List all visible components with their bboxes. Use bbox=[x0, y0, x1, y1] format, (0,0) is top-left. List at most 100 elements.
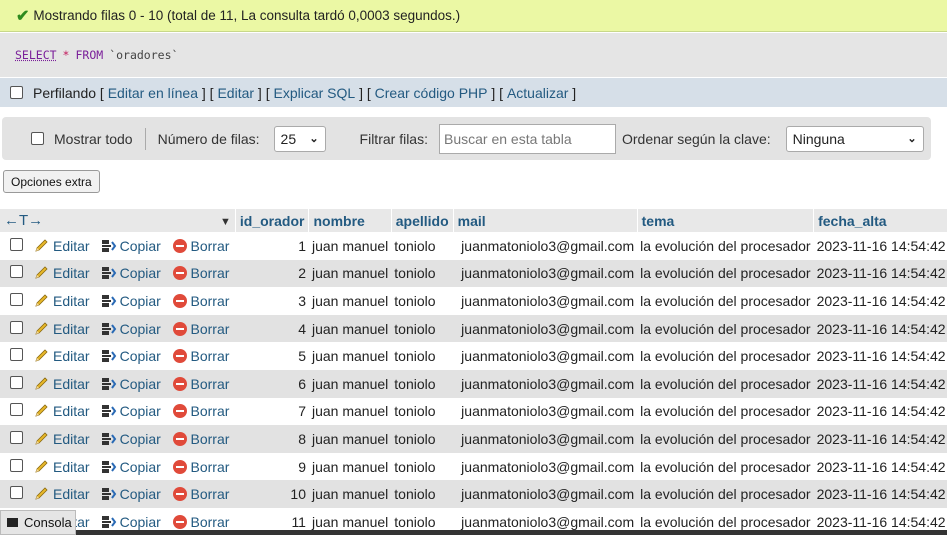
copy-label[interactable]: Copiar bbox=[120, 459, 161, 475]
sort-select[interactable]: Ninguna ⌄ bbox=[785, 125, 924, 152]
cell-nombre[interactable]: juan manuel bbox=[308, 369, 392, 398]
refresh-link[interactable]: Actualizar bbox=[507, 85, 568, 101]
cell-nombre[interactable]: juan manuel bbox=[308, 425, 392, 453]
cell-tema[interactable]: la evolución del procesador bbox=[637, 314, 814, 343]
cell-id_orador[interactable]: 3 bbox=[235, 287, 309, 315]
cell-nombre[interactable]: juan manuel bbox=[308, 397, 392, 426]
column-header-fecha_alta[interactable]: fecha_alta bbox=[813, 209, 947, 232]
filter-input[interactable] bbox=[438, 123, 616, 154]
cell-fecha_alta[interactable]: 2023-11-16 14:54:42 bbox=[813, 397, 947, 426]
copy-action[interactable]: Copiar bbox=[101, 376, 161, 392]
cell-id_orador[interactable]: 10 bbox=[235, 480, 309, 508]
delete-action[interactable]: Borrar bbox=[172, 403, 229, 419]
cell-apellido[interactable]: toniolo bbox=[391, 480, 454, 508]
copy-action[interactable]: Copiar bbox=[101, 321, 161, 337]
table-row[interactable]: Editar Copiar Borrar 7 juan manuel toniolo ju… bbox=[0, 397, 947, 426]
row-checkbox[interactable] bbox=[10, 375, 23, 389]
edit-label[interactable]: Editar bbox=[53, 348, 90, 364]
cell-mail[interactable]: juanmatoniolo3@gmail.com bbox=[453, 342, 638, 370]
table-row[interactable]: Editar Copiar Borrar 5 juan manuel toniolo ju… bbox=[0, 342, 947, 370]
cell-id_orador[interactable]: 9 bbox=[235, 452, 309, 481]
edit-label[interactable]: Editar bbox=[53, 459, 90, 475]
cell-fecha_alta[interactable]: 2023-11-16 14:54:42 bbox=[813, 480, 947, 508]
cell-mail[interactable]: juanmatoniolo3@gmail.com bbox=[453, 397, 638, 426]
edit-label[interactable]: Editar bbox=[53, 238, 90, 254]
cell-tema[interactable]: la evolución del procesador bbox=[637, 452, 814, 481]
profiling-checkbox[interactable] bbox=[10, 86, 23, 99]
edit-inline-link[interactable]: Editar en línea bbox=[108, 85, 198, 101]
cell-fecha_alta[interactable]: 2023-11-16 14:54:42 bbox=[813, 425, 947, 453]
cell-nombre[interactable]: juan manuel bbox=[308, 480, 392, 508]
copy-action[interactable]: Copiar bbox=[101, 265, 161, 281]
table-row[interactable]: Editar Copiar Borrar 8 juan manuel toniolo ju… bbox=[0, 425, 947, 453]
edit-label[interactable]: Editar bbox=[53, 431, 90, 447]
delete-action[interactable]: Borrar bbox=[172, 238, 229, 254]
row-checkbox[interactable] bbox=[10, 265, 23, 279]
explain-sql-link[interactable]: Explicar SQL bbox=[274, 85, 356, 101]
cell-fecha_alta[interactable]: 2023-11-16 14:54:42 bbox=[813, 314, 947, 343]
cell-apellido[interactable]: toniolo bbox=[391, 259, 454, 288]
create-php-link[interactable]: Crear código PHP bbox=[375, 85, 488, 101]
cell-id_orador[interactable]: 7 bbox=[235, 397, 309, 426]
cell-id_orador[interactable]: 5 bbox=[235, 342, 309, 370]
copy-action[interactable]: Copiar bbox=[101, 431, 161, 447]
cell-mail[interactable]: juanmatoniolo3@gmail.com bbox=[453, 232, 638, 260]
cell-tema[interactable]: la evolución del procesador bbox=[637, 425, 814, 453]
cell-apellido[interactable]: toniolo bbox=[391, 397, 454, 426]
copy-label[interactable]: Copiar bbox=[120, 265, 161, 281]
edit-action[interactable]: Editar bbox=[26, 369, 93, 398]
column-header-apellido[interactable]: apellido bbox=[390, 209, 454, 232]
cell-mail[interactable]: juanmatoniolo3@gmail.com bbox=[453, 259, 638, 288]
row-checkbox[interactable] bbox=[10, 486, 23, 500]
copy-action[interactable]: Copiar bbox=[101, 348, 161, 364]
delete-label[interactable]: Borrar bbox=[191, 376, 230, 392]
edit-action[interactable]: Editar bbox=[26, 452, 93, 481]
table-row[interactable]: Editar Copiar Borrar 4 juan manuel toniolo ju… bbox=[0, 314, 947, 343]
copy-label[interactable]: Copiar bbox=[120, 348, 161, 364]
extra-options-button[interactable]: Opciones extra bbox=[3, 170, 100, 193]
row-checkbox[interactable] bbox=[10, 430, 23, 444]
sql-select-keyword[interactable]: SELECT bbox=[15, 48, 57, 62]
row-checkbox[interactable] bbox=[10, 403, 23, 417]
table-row[interactable]: Editar Copiar Borrar 10 juan manuel toniolo j… bbox=[0, 480, 947, 508]
copy-label[interactable]: Copiar bbox=[120, 321, 161, 337]
delete-action[interactable]: Borrar bbox=[172, 321, 229, 337]
cell-nombre[interactable]: juan manuel bbox=[308, 342, 392, 370]
delete-action[interactable]: Borrar bbox=[172, 486, 229, 502]
row-checkbox[interactable] bbox=[10, 292, 23, 306]
column-header-mail[interactable]: mail bbox=[452, 209, 638, 232]
cell-id_orador[interactable]: 6 bbox=[235, 369, 309, 398]
edit-label[interactable]: Editar bbox=[53, 321, 90, 337]
copy-label[interactable]: Copiar bbox=[120, 403, 161, 419]
edit-action[interactable]: Editar bbox=[26, 342, 93, 370]
copy-action[interactable]: Copiar bbox=[101, 459, 161, 475]
cell-fecha_alta[interactable]: 2023-11-16 14:54:42 bbox=[813, 259, 947, 288]
edit-label[interactable]: Editar bbox=[53, 265, 90, 281]
column-header-nombre[interactable]: nombre bbox=[308, 209, 392, 232]
show-all-checkbox[interactable] bbox=[31, 132, 44, 145]
cell-nombre[interactable]: juan manuel bbox=[308, 287, 392, 315]
edit-label[interactable]: Editar bbox=[53, 486, 90, 502]
rows-select[interactable]: 25 ⌄ bbox=[273, 125, 326, 152]
cell-tema[interactable]: la evolución del procesador bbox=[637, 287, 814, 315]
show-all-toggle[interactable]: Mostrar todo bbox=[31, 131, 133, 147]
delete-label[interactable]: Borrar bbox=[191, 265, 230, 281]
delete-action[interactable]: Borrar bbox=[172, 376, 230, 392]
cell-nombre[interactable]: juan manuel bbox=[308, 259, 392, 288]
copy-action[interactable]: Copiar bbox=[101, 403, 161, 419]
cell-fecha_alta[interactable]: 2023-11-16 14:54:42 bbox=[813, 287, 947, 315]
cell-mail[interactable]: juanmatoniolo3@gmail.com bbox=[453, 369, 638, 398]
copy-label[interactable]: Copiar bbox=[120, 486, 161, 502]
table-row[interactable]: Editar Copiar Borrar 3 juan manuel toniolo ju… bbox=[0, 287, 947, 315]
cell-id_orador[interactable]: 8 bbox=[235, 425, 309, 453]
copy-action[interactable]: Copiar bbox=[101, 293, 161, 309]
delete-action[interactable]: Borrar bbox=[172, 514, 229, 530]
table-row[interactable]: Editar Copiar Borrar 9 juan manuel toniolo ju… bbox=[0, 452, 947, 481]
edit-link[interactable]: Editar bbox=[217, 85, 254, 101]
cell-mail[interactable]: juanmatoniolo3@gmail.com bbox=[453, 425, 638, 453]
copy-label[interactable]: Copiar bbox=[120, 293, 161, 309]
edit-action[interactable]: Editar bbox=[26, 232, 93, 260]
cell-id_orador[interactable]: 4 bbox=[235, 314, 309, 343]
cell-apellido[interactable]: toniolo bbox=[391, 342, 454, 370]
copy-label[interactable]: Copiar bbox=[120, 238, 161, 254]
